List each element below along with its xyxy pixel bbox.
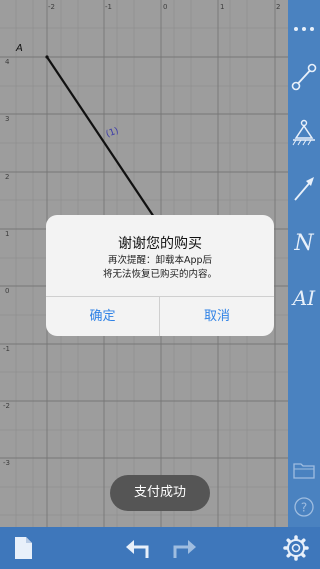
bottom-toolbar (0, 527, 320, 569)
settings-icon (283, 535, 309, 561)
new-file-button[interactable] (3, 527, 43, 569)
point-a-label[interactable]: A (16, 43, 23, 54)
redo-icon (173, 540, 196, 558)
x-tick-label: 1 (220, 3, 225, 11)
redo-button[interactable] (164, 527, 204, 569)
y-tick-label: -2 (3, 402, 10, 410)
x-tick-label: -2 (48, 3, 55, 11)
x-tick-label: 2 (276, 3, 281, 11)
vector-tool-button[interactable] (288, 169, 320, 209)
y-tick-label: 1 (5, 230, 10, 238)
folder-button[interactable] (288, 450, 320, 490)
undo-button[interactable] (118, 527, 158, 569)
segment-line[interactable] (46, 56, 155, 218)
settings-button[interactable] (276, 527, 316, 569)
more-menu-button[interactable] (288, 9, 320, 49)
x-tick-label: -1 (105, 3, 112, 11)
ai-tool-label: AI (292, 286, 316, 310)
y-tick-label: 0 (5, 287, 10, 295)
dialog-title: 谢谢您的购买 (118, 236, 202, 252)
y-tick-label: -1 (3, 345, 10, 353)
support-tool-button[interactable] (288, 113, 320, 153)
segment-icon (291, 63, 317, 91)
support-icon (292, 119, 315, 146)
tool-sidebar: N AI ? (288, 0, 320, 527)
y-tick-label: 2 (5, 173, 10, 181)
segment-tool-button[interactable] (288, 57, 320, 97)
ellipsis-icon (294, 27, 314, 31)
purchase-alert-dialog: 谢谢您的购买 再次提醒：卸载本App后 将无法恢复已购买的内容。 确定 取消 (46, 215, 274, 336)
svg-text:?: ? (301, 501, 307, 515)
point-a[interactable] (45, 55, 49, 59)
y-tick-label: 4 (5, 58, 10, 66)
arrow-icon (294, 177, 314, 201)
new-file-icon (15, 537, 32, 559)
normal-tool-label: N (294, 230, 314, 256)
y-tick-label: -3 (3, 459, 10, 467)
folder-icon (293, 463, 315, 479)
cancel-button[interactable]: 取消 (160, 297, 274, 336)
confirm-button[interactable]: 确定 (46, 297, 159, 336)
dialog-message: 再次提醒：卸载本App后 将无法恢复已购买的内容。 (46, 254, 274, 282)
help-button[interactable]: ? (288, 487, 320, 527)
question-icon: ? (294, 497, 314, 517)
dialog-message-line: 再次提醒：卸载本App后 (107, 255, 213, 266)
x-tick-label: 0 (163, 3, 168, 11)
undo-icon (126, 540, 149, 558)
payment-success-toast: 支付成功 (110, 475, 210, 511)
ai-tool-button[interactable]: AI (288, 278, 320, 318)
normal-tool-button[interactable]: N (288, 223, 320, 263)
y-tick-label: 3 (5, 115, 10, 123)
dialog-message-line: 将无法恢复已购买的内容。 (102, 269, 217, 280)
